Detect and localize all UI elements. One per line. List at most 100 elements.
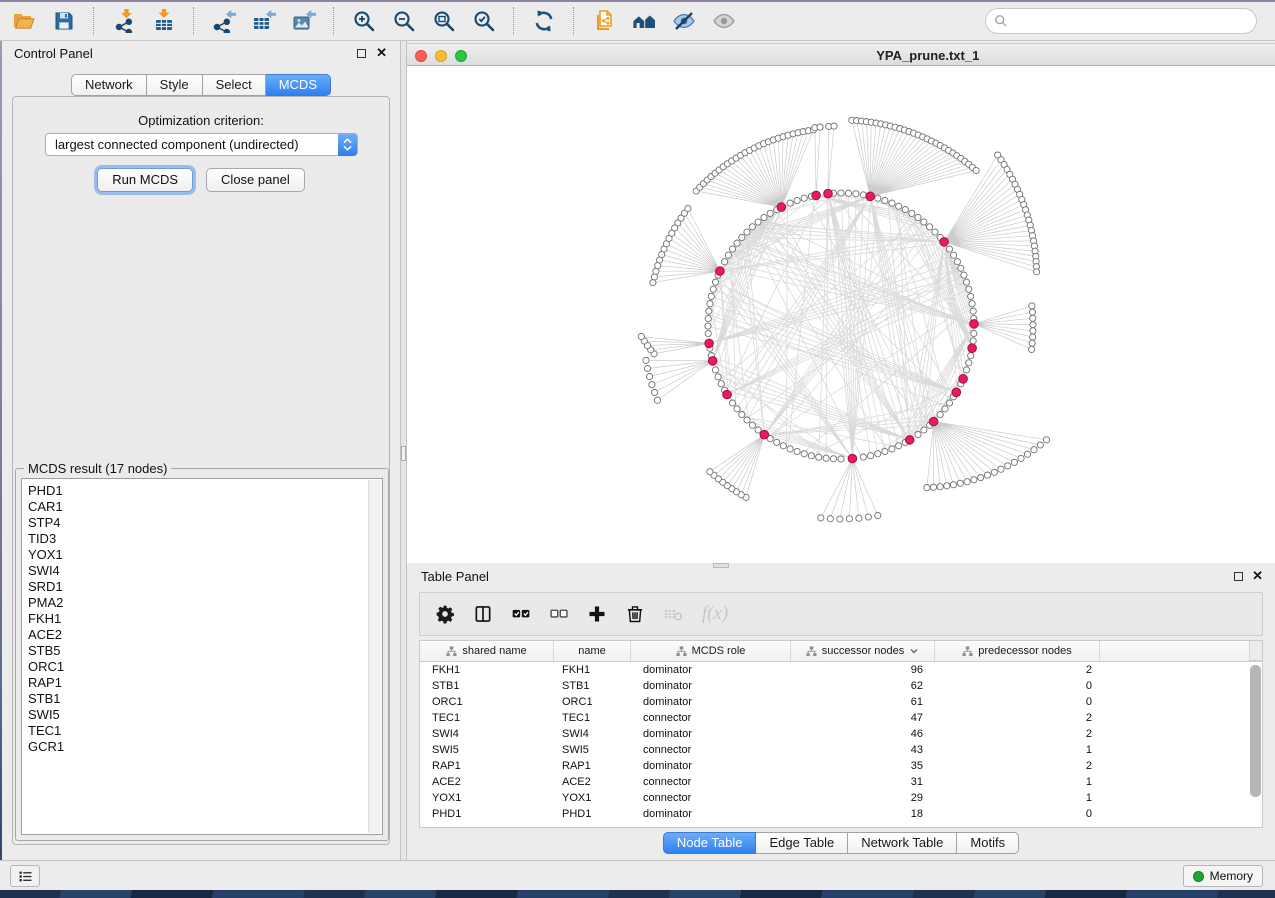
mcds-result-item[interactable]: YOX1 <box>28 547 382 563</box>
horizontal-splitter-grip[interactable] <box>713 563 729 568</box>
mcds-result-item[interactable]: FKH1 <box>28 611 382 627</box>
zoom-out-button[interactable] <box>384 4 424 38</box>
mcds-result-item[interactable]: SRD1 <box>28 579 382 595</box>
toolbar-separator <box>573 7 575 35</box>
tab-mcds[interactable]: MCDS <box>266 74 331 96</box>
open-session-button[interactable] <box>4 4 44 38</box>
save-session-button[interactable] <box>44 4 84 38</box>
mcds-result-item[interactable]: PHD1 <box>28 483 382 499</box>
export-table-button[interactable] <box>244 4 284 38</box>
table-cell: PHD1 <box>420 806 554 822</box>
mcds-result-items: PHD1CAR1STP4TID3YOX1SWI4SRD1PMA2FKH1ACE2… <box>22 479 382 755</box>
column-header-shared-name[interactable]: shared name <box>420 641 554 661</box>
list-icon <box>18 869 33 884</box>
table-row[interactable]: SWI5SWI5connector431 <box>420 742 1262 758</box>
table-row[interactable]: FKH1FKH1dominator962 <box>420 662 1262 678</box>
search-field[interactable] <box>985 8 1257 34</box>
zoom-selected-button[interactable] <box>464 4 504 38</box>
optimization-criterion-select[interactable]: largest connected component (undirected) <box>45 133 358 156</box>
table-row[interactable]: ACE2ACE2connector311 <box>420 774 1262 790</box>
tab-edge-table[interactable]: Edge Table <box>756 832 848 854</box>
mcds-result-item[interactable]: CAR1 <box>28 499 382 515</box>
add-column-button[interactable] <box>586 603 608 625</box>
table-cell: SWI4 <box>554 726 631 742</box>
vertical-splitter-grip[interactable] <box>401 446 406 461</box>
mcds-result-item[interactable]: GCR1 <box>28 739 382 755</box>
mcds-result-item[interactable]: STB1 <box>28 691 382 707</box>
close-panel-icon[interactable]: ✕ <box>376 48 387 58</box>
window-zoom-button[interactable] <box>455 50 467 62</box>
tab-select[interactable]: Select <box>203 74 266 96</box>
table-panel-tabs: Node TableEdge TableNetwork TableMotifs <box>407 832 1275 854</box>
mcds-result-item[interactable]: STP4 <box>28 515 382 531</box>
search-input[interactable] <box>1014 13 1248 30</box>
table-row[interactable]: ORC1ORC1dominator610 <box>420 694 1262 710</box>
first-neighbors-button[interactable] <box>624 4 664 38</box>
optimization-criterion-label: Optimization criterion: <box>13 113 389 128</box>
table-scrollbar-thumb[interactable] <box>1250 665 1261 797</box>
mcds-result-item[interactable]: RAP1 <box>28 675 382 691</box>
close-panel-button[interactable]: Close panel <box>206 168 305 192</box>
memory-button[interactable]: Memory <box>1183 865 1263 887</box>
network-window-titlebar[interactable]: YPA_prune.txt_1 <box>407 43 1275 66</box>
select-all-button[interactable] <box>510 603 532 625</box>
vertical-splitter[interactable] <box>400 41 407 860</box>
network-canvas[interactable] <box>407 66 1275 563</box>
table-row[interactable]: TEC1TEC1connector472 <box>420 710 1262 726</box>
table-float-icon[interactable] <box>1234 572 1243 581</box>
mcds-result-item[interactable]: ACE2 <box>28 627 382 643</box>
table-close-icon[interactable]: ✕ <box>1252 571 1263 581</box>
column-header-successor-nodes[interactable]: successor nodes <box>791 641 935 661</box>
export-network-button[interactable] <box>204 4 244 38</box>
mcds-result-item[interactable]: STB5 <box>28 643 382 659</box>
show-all-button <box>704 4 744 38</box>
export-image-button[interactable] <box>284 4 324 38</box>
mcds-result-item[interactable]: TID3 <box>28 531 382 547</box>
import-network-button[interactable] <box>104 4 144 38</box>
mcds-result-item[interactable]: ORC1 <box>28 659 382 675</box>
apply-layout-button[interactable] <box>524 4 564 38</box>
table-row[interactable]: YOX1YOX1connector291 <box>420 790 1262 806</box>
mcds-result-item[interactable]: SWI4 <box>28 563 382 579</box>
mcds-list-scrollbar[interactable] <box>368 480 381 833</box>
column-header-MCDS-role[interactable]: MCDS role <box>631 641 791 661</box>
import-table-button[interactable] <box>144 4 184 38</box>
table-settings-button[interactable] <box>434 603 456 625</box>
mcds-result-item[interactable]: TEC1 <box>28 723 382 739</box>
table-row[interactable]: PHD1PHD1dominator180 <box>420 806 1262 822</box>
duplicate-network-button[interactable] <box>584 4 624 38</box>
tab-network[interactable]: Network <box>71 74 147 96</box>
window-close-button[interactable] <box>415 50 427 62</box>
zoom-fit-button[interactable] <box>424 4 464 38</box>
memory-label: Memory <box>1210 869 1253 883</box>
mcds-result-item[interactable]: PMA2 <box>28 595 382 611</box>
delete-column-button[interactable] <box>624 603 646 625</box>
column-header-predecessor-nodes[interactable]: predecessor nodes <box>935 641 1100 661</box>
gear-icon <box>435 604 455 624</box>
tab-style[interactable]: Style <box>147 74 203 96</box>
zoom-in-button[interactable] <box>344 4 384 38</box>
table-cell: dominator <box>631 678 791 694</box>
float-panel-icon[interactable] <box>357 49 366 58</box>
table-row[interactable]: RAP1RAP1dominator352 <box>420 758 1262 774</box>
tab-node-table[interactable]: Node Table <box>663 832 757 854</box>
table-cell: dominator <box>631 662 791 678</box>
mcds-result-item[interactable]: SWI5 <box>28 707 382 723</box>
deselect-all-button[interactable] <box>548 603 570 625</box>
table-cell: connector <box>631 710 791 726</box>
show-column-panel-button[interactable] <box>472 603 494 625</box>
table-cell: ORC1 <box>420 694 554 710</box>
tab-network-table[interactable]: Network Table <box>848 832 957 854</box>
window-minimize-button[interactable] <box>435 50 447 62</box>
table-toolbar: f(x) <box>419 592 1263 636</box>
table-row[interactable]: STB1STB1dominator620 <box>420 678 1262 694</box>
table-cell: 62 <box>791 678 935 694</box>
hide-selected-button[interactable] <box>664 4 704 38</box>
mcds-result-list[interactable]: PHD1CAR1STP4TID3YOX1SWI4SRD1PMA2FKH1ACE2… <box>21 478 383 835</box>
column-header-name[interactable]: name <box>554 641 631 661</box>
table-row[interactable]: SWI4SWI4dominator462 <box>420 726 1262 742</box>
show-panels-button[interactable] <box>10 865 40 887</box>
tab-motifs[interactable]: Motifs <box>957 832 1019 854</box>
table-cell: 2 <box>935 758 1100 774</box>
run-mcds-button[interactable]: Run MCDS <box>97 168 193 192</box>
